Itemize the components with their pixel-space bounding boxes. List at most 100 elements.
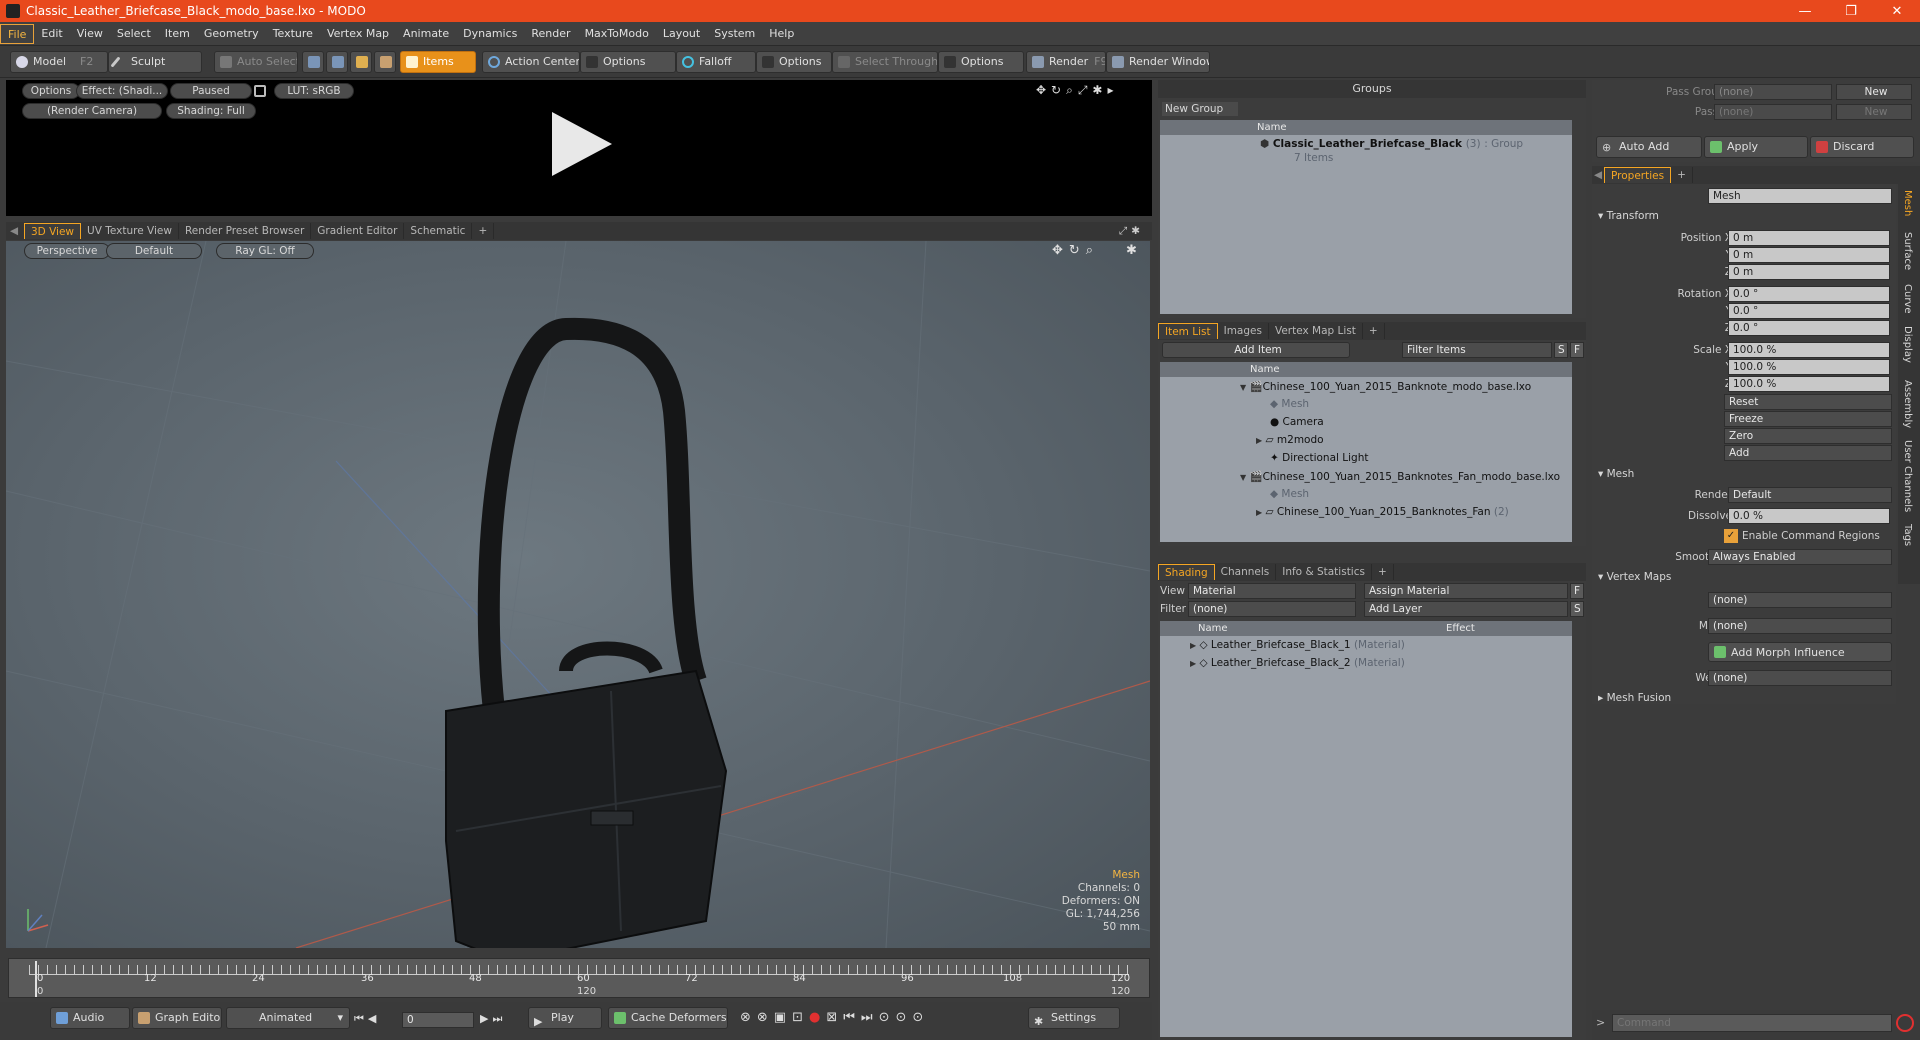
falloff-button[interactable]: Falloff — [676, 51, 756, 73]
vertex-maps-section[interactable]: ▾ Vertex Maps — [1598, 571, 1671, 583]
transport-prev-buttons[interactable]: ⏮◀ — [354, 1012, 380, 1026]
passes-dropdown[interactable]: (none) — [1714, 104, 1832, 120]
side-tab-tags[interactable]: Tags — [1902, 524, 1913, 546]
tab-schematic[interactable]: Schematic — [404, 223, 473, 239]
assign-material-button[interactable]: Assign Material — [1364, 583, 1568, 599]
material-row[interactable]: ▶ ◇ Leather_Briefcase_Black_2 (Material) — [1190, 657, 1405, 672]
shading-s-button[interactable]: S — [1570, 601, 1584, 617]
morph-dropdown[interactable]: (none) — [1708, 618, 1892, 634]
rotation-z-field[interactable]: 0.0 ° — [1728, 320, 1890, 336]
side-tab-surface[interactable]: Surface — [1902, 232, 1913, 270]
stop-icon[interactable] — [1896, 1014, 1914, 1032]
sculpt-mode-button[interactable]: Sculpt — [108, 51, 202, 73]
maximize-button[interactable]: ❐ — [1828, 4, 1874, 19]
falloff-options-button[interactable]: Options — [756, 51, 832, 73]
close-button[interactable]: ✕ — [1874, 4, 1920, 19]
mesh-fusion-section[interactable]: ▸ Mesh Fusion — [1598, 692, 1671, 704]
add-tab-button[interactable]: + — [1363, 323, 1385, 339]
lock-icon[interactable] — [254, 85, 266, 97]
transform-section[interactable]: ▾ Transform — [1598, 210, 1659, 222]
menu-help[interactable]: Help — [762, 24, 801, 44]
menu-item[interactable]: Item — [158, 24, 197, 44]
material-row[interactable]: ▶ ◇ Leather_Briefcase_Black_1 (Material) — [1190, 639, 1405, 654]
scale-y-field[interactable]: 100.0 % — [1728, 359, 1890, 375]
render-dropdown[interactable]: Default — [1728, 487, 1892, 503]
apply-button[interactable]: Apply — [1704, 136, 1808, 158]
scale-z-field[interactable]: 100.0 % — [1728, 376, 1890, 392]
tab-item-list[interactable]: Item List — [1158, 323, 1218, 339]
current-frame-field[interactable]: 0 — [402, 1012, 474, 1028]
add-dropdown[interactable]: Add — [1724, 445, 1892, 461]
tab-gradient-editor[interactable]: Gradient Editor — [311, 223, 405, 239]
menu-layout[interactable]: Layout — [656, 24, 707, 44]
tab-info-statistics[interactable]: Info & Statistics — [1276, 564, 1372, 580]
list-item[interactable]: ● Camera — [1270, 416, 1324, 431]
rotation-y-field[interactable]: 0.0 ° — [1728, 303, 1890, 319]
select-through-options-button[interactable]: Options — [938, 51, 1024, 73]
filter-dropdown[interactable]: (none) — [1188, 601, 1356, 617]
shading-f-button[interactable]: F — [1570, 583, 1584, 599]
add-tab-button[interactable]: + — [1372, 564, 1394, 580]
filter-s-button[interactable]: S — [1554, 342, 1568, 358]
render-camera-dropdown[interactable]: (Render Camera) — [22, 103, 162, 119]
rotation-x-field[interactable]: 0.0 ° — [1728, 286, 1890, 302]
preview-nav-icons[interactable]: ✥↻⌕⤢✱▸ — [1036, 83, 1119, 98]
action-center-button[interactable]: Action Center — [482, 51, 580, 73]
side-tab-display[interactable]: Display — [1902, 326, 1913, 363]
list-item[interactable]: ◆ Mesh — [1270, 488, 1309, 503]
list-item[interactable]: ▶ ▱ m2modo — [1256, 434, 1324, 449]
menu-render[interactable]: Render — [524, 24, 577, 44]
menu-select[interactable]: Select — [110, 24, 158, 44]
side-tab-assembly[interactable]: Assembly — [1902, 380, 1913, 428]
menu-animate[interactable]: Animate — [396, 24, 456, 44]
menu-dynamics[interactable]: Dynamics — [456, 24, 524, 44]
side-tab-mesh[interactable]: Mesh — [1902, 190, 1913, 216]
side-tab-user-channels[interactable]: User Channels — [1902, 440, 1913, 512]
position-y-field[interactable]: 0 m — [1728, 247, 1890, 263]
new-pass-group-button[interactable]: New — [1836, 84, 1912, 100]
preview-paused-button[interactable]: Paused — [170, 83, 252, 99]
menu-geometry[interactable]: Geometry — [197, 24, 266, 44]
polygons-mode-button[interactable] — [350, 51, 372, 73]
auto-select-button[interactable]: Auto Select — [214, 51, 298, 73]
uv-dropdown[interactable]: (none) — [1708, 592, 1892, 608]
filter-items-input[interactable]: Filter Items — [1402, 342, 1552, 358]
tab-images[interactable]: Images — [1218, 323, 1269, 339]
mesh-section[interactable]: ▾ Mesh — [1598, 468, 1634, 480]
smoothing-dropdown[interactable]: Always Enabled — [1708, 549, 1892, 565]
tab-vertex-map-list[interactable]: Vertex Map List — [1269, 323, 1363, 339]
add-morph-influence-button[interactable]: Add Morph Influence — [1708, 642, 1892, 662]
menu-texture[interactable]: Texture — [266, 24, 320, 44]
list-item[interactable]: ▼ 🎬Chinese_100_Yuan_2015_Banknotes_Fan_m… — [1240, 470, 1560, 485]
freeze-dropdown[interactable]: Freeze — [1724, 411, 1892, 427]
tab-render-preset-browser[interactable]: Render Preset Browser — [179, 223, 312, 239]
zero-dropdown[interactable]: Zero — [1724, 428, 1892, 444]
add-tab-button[interactable]: + — [472, 223, 495, 239]
play-button[interactable]: ▶ Play — [528, 1007, 602, 1029]
menu-file[interactable]: File — [0, 23, 35, 44]
add-tab-button[interactable]: + — [1671, 167, 1693, 183]
list-item[interactable]: ▶ ▱ Chinese_100_Yuan_2015_Banknotes_Fan … — [1256, 506, 1509, 521]
pass-groups-dropdown[interactable]: (none) — [1714, 84, 1832, 100]
render-button[interactable]: RenderF9 — [1026, 51, 1106, 73]
materials-mode-button[interactable] — [374, 51, 396, 73]
preview-effect-dropdown[interactable]: Effect: (Shadi... — [76, 83, 168, 99]
render-window-button[interactable]: Render Window — [1106, 51, 1210, 73]
tab-uv-texture-view[interactable]: UV Texture View — [81, 223, 179, 239]
weight-dropdown[interactable]: (none) — [1708, 670, 1892, 686]
settings-button[interactable]: ✱ Settings — [1028, 1007, 1120, 1029]
menu-system[interactable]: System — [707, 24, 762, 44]
menu-vertex-map[interactable]: Vertex Map — [320, 24, 396, 44]
viewport-expand-icons[interactable]: ⤢✱ — [1119, 225, 1152, 238]
add-layer-dropdown[interactable]: Add Layer — [1364, 601, 1568, 617]
filter-f-button[interactable]: F — [1570, 342, 1584, 358]
group-row[interactable]: ⬢ Classic_Leather_Briefcase_Black (3) : … — [1260, 138, 1523, 153]
position-x-field[interactable]: 0 m — [1728, 230, 1890, 246]
3d-viewport[interactable]: Perspective Default Ray GL: Off ✥↻⌕ ✱ Me… — [6, 241, 1150, 948]
transport-next-buttons[interactable]: ▶⏭ — [480, 1012, 506, 1026]
menu-view[interactable]: View — [70, 24, 110, 44]
menu-maxtomodo[interactable]: MaxToModo — [578, 24, 656, 44]
list-item[interactable]: ◆ Mesh — [1270, 398, 1309, 413]
discard-button[interactable]: Discard — [1810, 136, 1914, 158]
vertices-mode-button[interactable] — [302, 51, 324, 73]
